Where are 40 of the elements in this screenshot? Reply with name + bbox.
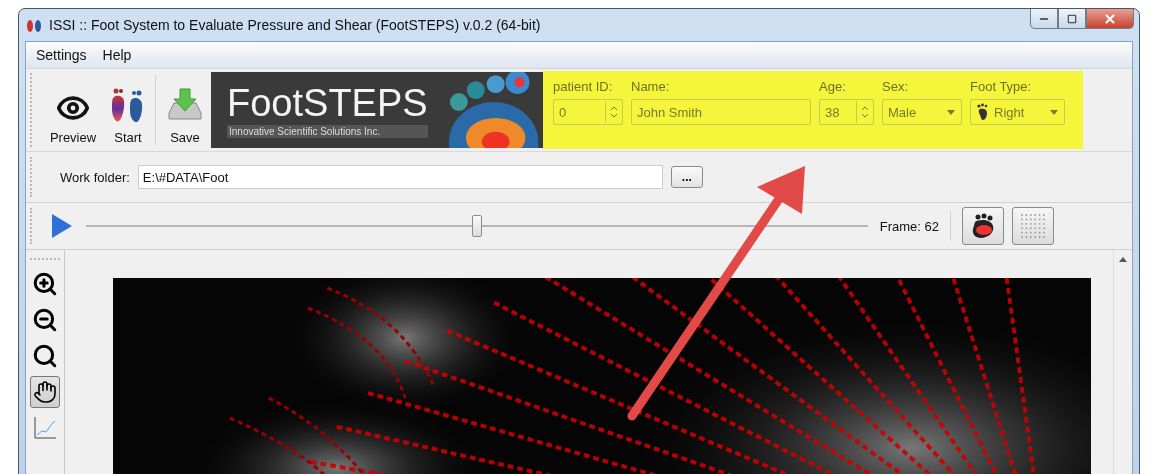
logo-subtitle: Innovative Scientific Solutions Inc. — [227, 124, 428, 138]
window-title: ISSI :: Foot System to Evaluate Pressure and Shear (FootSTEPS) v.0.2 (64-bit) — [49, 17, 542, 33]
close-button[interactable] — [1086, 9, 1134, 29]
view-toggle-button[interactable] — [962, 207, 1004, 245]
menu-item[interactable]: Settings — [30, 44, 93, 66]
view-toggle-button[interactable] — [1012, 207, 1054, 245]
logo-title: FootSTEPS — [227, 82, 428, 123]
scroll-up-icon — [1119, 256, 1127, 262]
name-field[interactable]: John Smith — [631, 99, 811, 125]
toolbar-button[interactable]: Preview — [42, 69, 104, 151]
slider-thumb[interactable] — [471, 215, 482, 237]
toolbar-button[interactable]: Save — [159, 69, 211, 151]
dropdown[interactable]: Male — [882, 99, 962, 125]
play-icon[interactable] — [50, 212, 74, 240]
field-label: Foot Type: — [970, 79, 1033, 94]
frame-label: Frame: 62 — [879, 218, 939, 234]
minimize-button[interactable] — [1030, 9, 1058, 29]
work-folder-field[interactable]: E:\#DATA\Foot — [137, 165, 663, 189]
dropdown[interactable]: Right — [970, 99, 1065, 125]
footprint-icon — [976, 103, 990, 121]
zoom-in-icon — [32, 271, 58, 297]
dot-grid-icon — [1019, 212, 1047, 240]
hand-icon — [33, 380, 57, 404]
field-label: patient ID: — [553, 79, 614, 94]
maximize-button[interactable] — [1058, 9, 1086, 29]
maximize-icon — [1067, 13, 1077, 24]
zoom-out-icon — [32, 307, 58, 333]
field-label: Name: — [631, 79, 671, 94]
browse-button[interactable]: ... — [670, 166, 703, 188]
field-label: Age: — [819, 79, 847, 94]
menu-item[interactable]: Help — [96, 44, 138, 66]
tool-button[interactable] — [30, 376, 60, 408]
spin-field[interactable]: 0 — [553, 99, 623, 125]
search-icon — [32, 343, 58, 369]
spin-field[interactable]: 38 — [819, 99, 874, 125]
field-label: Sex: — [882, 79, 909, 94]
field-label: Work folder: — [60, 169, 130, 185]
toolbar-button[interactable]: Start — [104, 69, 152, 151]
line-chart-icon — [32, 415, 58, 441]
close-icon — [1103, 11, 1117, 26]
